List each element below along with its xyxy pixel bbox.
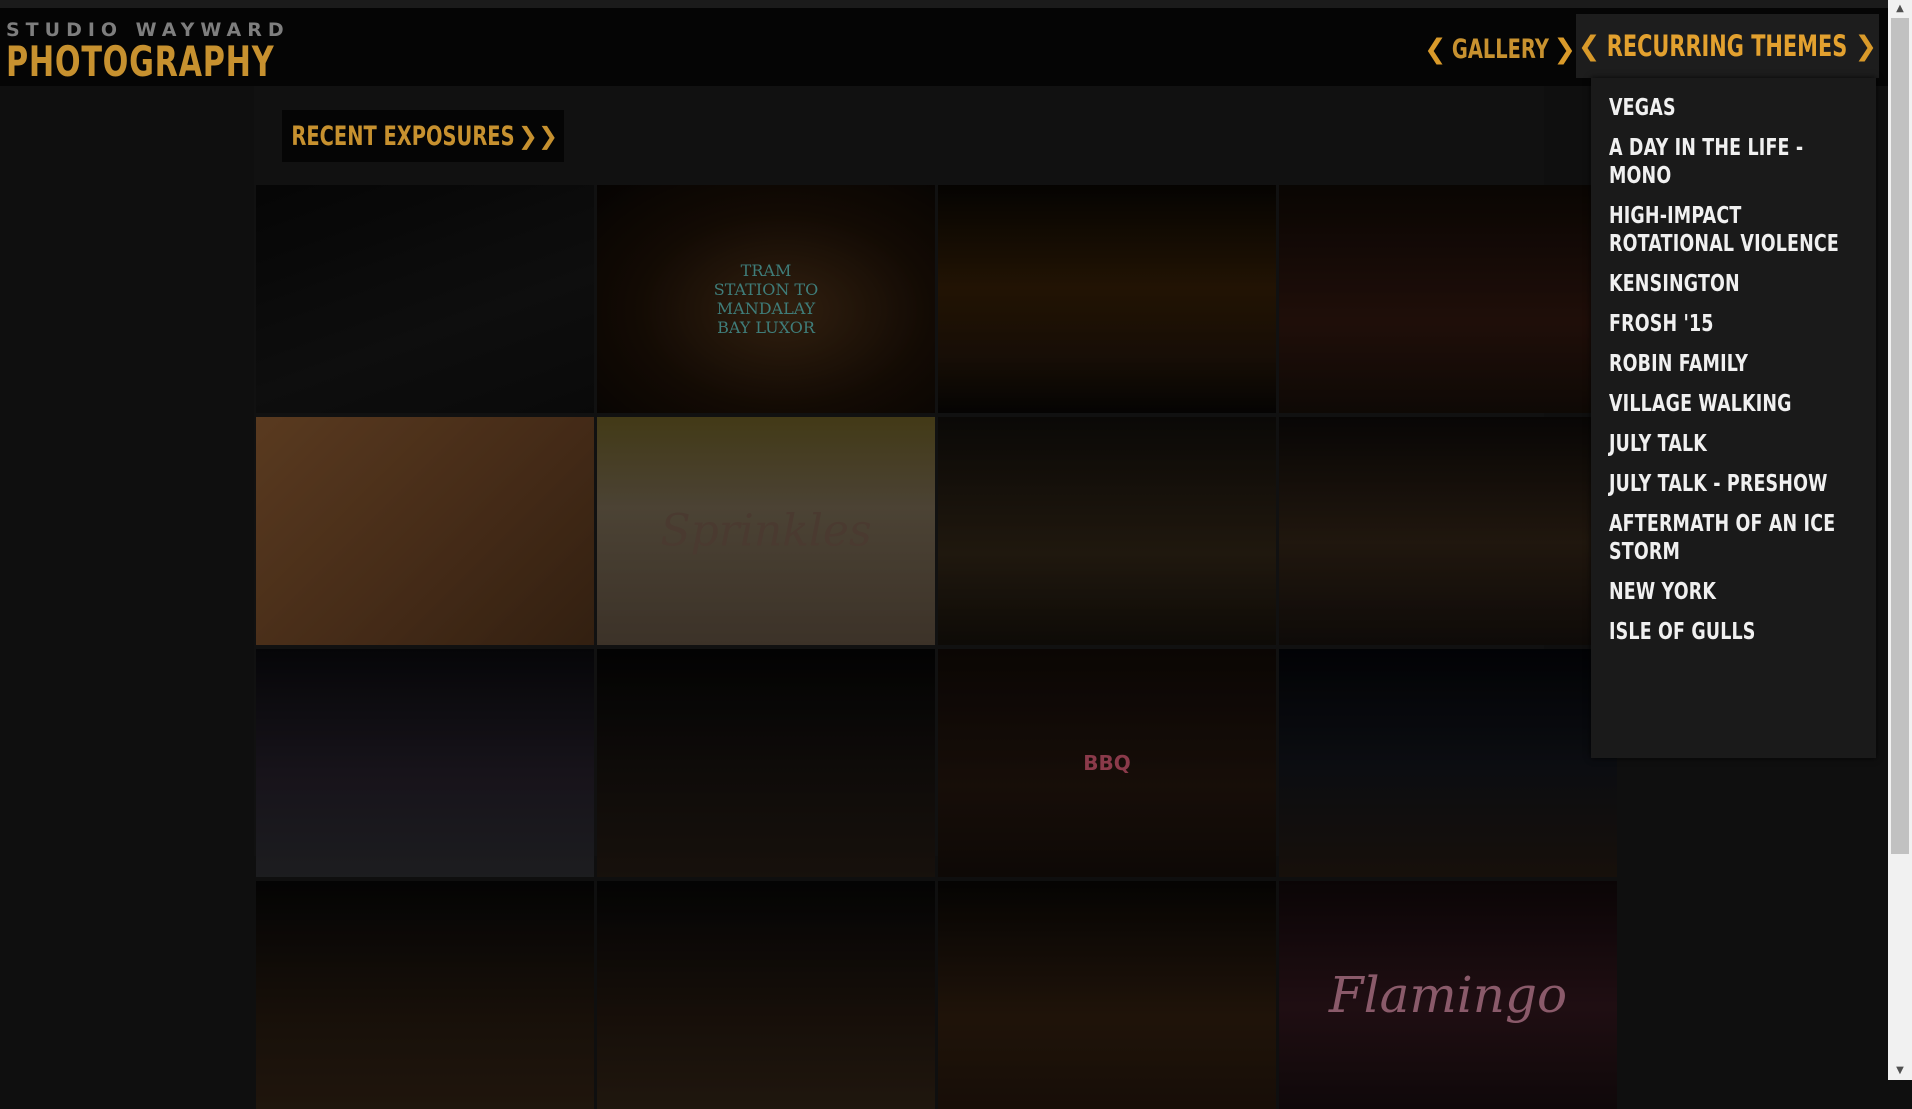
theme-item-label: VEGAS — [1609, 95, 1676, 121]
photo-tile[interactable] — [938, 881, 1276, 1109]
theme-item-village-walking[interactable]: VILLAGE WALKING — [1591, 384, 1876, 424]
photo-tile[interactable] — [256, 881, 594, 1109]
photo-tile[interactable]: TRAM STATION TO MANDALAY BAY LUXOR — [597, 185, 935, 413]
recurring-themes-dropdown: VEGAS A DAY IN THE LIFE - MONO HIGH-IMPA… — [1591, 78, 1876, 758]
photo-tile[interactable] — [1279, 185, 1617, 413]
photo-tile[interactable] — [256, 649, 594, 877]
tile-overlay — [256, 649, 594, 877]
chevron-right-icon: ❯ — [1854, 30, 1878, 62]
tile-overlay — [1279, 185, 1617, 413]
tile-overlay — [256, 417, 594, 645]
tile-sign-text: BBQ — [1083, 751, 1131, 775]
theme-item-isle-of-gulls[interactable]: ISLE OF GULLS — [1591, 612, 1876, 652]
theme-item-july-talk[interactable]: JULY TALK — [1591, 424, 1876, 464]
photo-tile[interactable] — [597, 881, 935, 1109]
theme-item-robin-family[interactable]: ROBIN FAMILY — [1591, 344, 1876, 384]
photo-tile[interactable] — [1279, 649, 1617, 877]
theme-item-label: NEW YORK — [1609, 579, 1717, 605]
photo-tile[interactable]: BBQ — [938, 649, 1276, 877]
nav-gallery-link[interactable]: ❮ GALLERY ❯ — [1424, 24, 1576, 74]
tile-sign-text: TRAM STATION TO MANDALAY BAY LUXOR — [713, 261, 819, 337]
theme-item-high-impact-rotational-violence[interactable]: HIGH-IMPACT ROTATIONAL VIOLENCE — [1591, 196, 1876, 264]
tile-overlay — [938, 417, 1276, 645]
tile-overlay — [597, 881, 935, 1109]
recent-exposures-button[interactable]: RECENT EXPOSURES ❯❯ — [282, 110, 564, 162]
chevron-left-icon: ❮ — [1577, 30, 1601, 62]
nav-recurring-themes-label: RECURRING THEMES — [1607, 29, 1848, 63]
scroll-down-arrow-icon[interactable]: ▼ — [1888, 1062, 1912, 1080]
photo-tile[interactable]: Flamingo — [1279, 881, 1617, 1109]
tile-overlay — [938, 881, 1276, 1109]
nav-recurring-themes-button[interactable]: ❮ RECURRING THEMES ❯ — [1576, 14, 1879, 78]
theme-item-label: FROSH '15 — [1609, 311, 1714, 337]
theme-item-label: ISLE OF GULLS — [1609, 619, 1756, 645]
theme-item-label: KENSINGTON — [1609, 271, 1740, 297]
scrollbar-thumb[interactable] — [1891, 18, 1909, 854]
theme-item-july-talk-preshow[interactable]: JULY TALK - PRESHOW — [1591, 464, 1876, 504]
tile-overlay — [256, 185, 594, 413]
tile-sign-text: Flamingo — [1328, 966, 1568, 1024]
photo-tile[interactable] — [256, 417, 594, 645]
theme-item-frosh-15[interactable]: FROSH '15 — [1591, 304, 1876, 344]
scroll-up-arrow-icon[interactable]: ▲ — [1888, 0, 1912, 18]
photo-tile[interactable] — [1279, 417, 1617, 645]
top-strip — [0, 0, 1888, 8]
theme-item-label: HIGH-IMPACT ROTATIONAL VIOLENCE — [1609, 203, 1839, 257]
photo-tile[interactable] — [256, 185, 594, 413]
theme-item-label: JULY TALK - PRESHOW — [1609, 471, 1828, 497]
photo-tile[interactable] — [938, 185, 1276, 413]
tile-overlay — [1279, 417, 1617, 645]
tile-overlay — [1279, 649, 1617, 877]
theme-item-label: VILLAGE WALKING — [1609, 391, 1792, 417]
theme-item-label: JULY TALK — [1609, 431, 1708, 457]
photo-tile[interactable] — [938, 417, 1276, 645]
theme-item-vegas[interactable]: VEGAS — [1591, 88, 1876, 128]
tile-overlay — [597, 649, 935, 877]
theme-item-label: ROBIN FAMILY — [1609, 351, 1749, 377]
nav-gallery-label: GALLERY — [1451, 33, 1549, 65]
photo-tile[interactable]: Sprinkles — [597, 417, 935, 645]
double-chevron-right-icon: ❯❯ — [517, 122, 559, 150]
theme-item-label: A DAY IN THE LIFE - MONO — [1609, 135, 1804, 189]
theme-item-kensington[interactable]: KENSINGTON — [1591, 264, 1876, 304]
brand-title: PHOTOGRAPHY — [6, 37, 275, 86]
chevron-right-icon: ❯ — [1553, 33, 1577, 65]
site-logo[interactable]: STUDIO WAYWARD PHOTOGRAPHY — [6, 20, 379, 84]
chevron-left-icon: ❮ — [1424, 33, 1447, 65]
recent-exposures-label: RECENT EXPOSURES — [291, 120, 515, 152]
tile-overlay — [256, 881, 594, 1109]
theme-item-label: AFTERMATH OF AN ICE STORM — [1609, 511, 1836, 565]
tile-overlay — [938, 185, 1276, 413]
photo-tile[interactable] — [597, 649, 935, 877]
theme-item-a-day-in-the-life-mono[interactable]: A DAY IN THE LIFE - MONO — [1591, 128, 1876, 196]
photo-grid: TRAM STATION TO MANDALAY BAY LUXOR Sprin… — [256, 185, 1621, 1109]
theme-item-aftermath-of-an-ice-storm[interactable]: AFTERMATH OF AN ICE STORM — [1591, 504, 1876, 572]
theme-item-new-york[interactable]: NEW YORK — [1591, 572, 1876, 612]
tile-sign-text: Sprinkles — [660, 505, 872, 557]
